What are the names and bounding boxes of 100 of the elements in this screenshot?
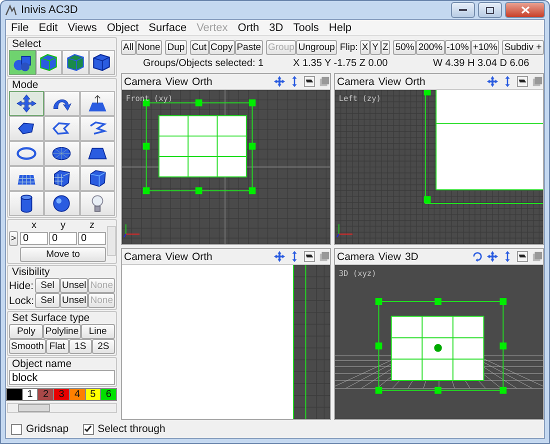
surface-type-button[interactable]: Line bbox=[80, 324, 115, 339]
mode-tool-button[interactable] bbox=[9, 166, 44, 191]
toolbar-button[interactable]: All bbox=[121, 40, 136, 54]
surface-type-button[interactable]: Smooth bbox=[9, 339, 46, 354]
viewport-menu[interactable]: View bbox=[165, 76, 188, 88]
object-name-field[interactable]: block bbox=[9, 370, 115, 385]
vertical-scrollbar[interactable] bbox=[107, 226, 116, 256]
move-icon[interactable] bbox=[487, 76, 498, 87]
surface-type-button[interactable]: Polyline bbox=[43, 324, 81, 339]
move-icon[interactable] bbox=[274, 76, 285, 87]
mode-tool-button[interactable] bbox=[80, 166, 115, 191]
checkbox[interactable]: Select through bbox=[82, 423, 166, 435]
menu-item[interactable]: 3D bbox=[264, 22, 288, 34]
coordinate-field[interactable]: 0 bbox=[20, 232, 48, 245]
toolbar-button[interactable]: Paste bbox=[234, 40, 263, 54]
menu-item[interactable]: Help bbox=[324, 22, 357, 34]
viewport-menu[interactable]: Camera bbox=[337, 76, 374, 88]
close-button[interactable] bbox=[505, 2, 545, 18]
toolbar-button[interactable]: -10% bbox=[444, 40, 471, 54]
toolbar-button[interactable]: Dup bbox=[165, 40, 187, 54]
toolbar-button[interactable]: X bbox=[360, 40, 370, 54]
coordinate-field[interactable]: 0 bbox=[49, 232, 77, 245]
color-swatch[interactable]: 3 bbox=[53, 388, 70, 401]
mode-tool-button[interactable] bbox=[44, 91, 80, 116]
vertical-arrows-icon[interactable] bbox=[289, 76, 300, 87]
mode-tool-button[interactable] bbox=[9, 191, 44, 216]
vertical-arrows-icon[interactable] bbox=[502, 76, 513, 87]
vertical-arrows-icon[interactable] bbox=[289, 251, 300, 262]
surface-type-button[interactable]: Poly bbox=[9, 324, 44, 339]
axis-label: z bbox=[88, 220, 96, 231]
viewport-menu[interactable]: Camera bbox=[124, 250, 162, 262]
expand-button[interactable]: > bbox=[9, 231, 18, 246]
viewport-menu[interactable]: Camera bbox=[337, 250, 374, 262]
mode-tool-button[interactable] bbox=[44, 166, 80, 191]
surface-type-button[interactable]: Flat bbox=[46, 339, 69, 354]
toolbar-button[interactable]: 50% bbox=[393, 40, 416, 54]
viewport-canvas[interactable]: 3D (xyz) bbox=[335, 265, 543, 419]
toolbar-button[interactable]: Y bbox=[370, 40, 380, 54]
mode-tool-button[interactable] bbox=[80, 116, 115, 141]
surface-type-button[interactable]: 2S bbox=[92, 339, 115, 354]
surface-type-button[interactable]: 1S bbox=[68, 339, 92, 354]
mode-tool-button[interactable] bbox=[44, 141, 80, 166]
menu-item[interactable]: Tools bbox=[288, 22, 324, 34]
select-mode-button[interactable] bbox=[88, 50, 115, 75]
checkbox[interactable]: Gridsnap bbox=[11, 423, 69, 435]
color-swatch[interactable]: 4 bbox=[68, 388, 86, 401]
viewport-menu[interactable]: View bbox=[165, 250, 188, 262]
toolbar-button[interactable]: Cut bbox=[190, 40, 209, 54]
move-to-button[interactable]: Move to bbox=[20, 247, 106, 262]
toolbar-button[interactable]: Copy bbox=[208, 40, 235, 54]
toolbar-button[interactable]: +10% bbox=[470, 40, 500, 54]
viewport-canvas[interactable]: Front (xy) bbox=[122, 90, 330, 244]
viewport-menu[interactable]: Orth bbox=[192, 76, 212, 88]
view-label: 3D (xyz) bbox=[338, 268, 376, 278]
menu-item[interactable]: Edit bbox=[34, 22, 63, 34]
menu-item[interactable]: File bbox=[6, 22, 34, 34]
coordinate-field[interactable]: 0 bbox=[78, 232, 106, 245]
rotate-icon[interactable] bbox=[472, 251, 483, 262]
menu-item[interactable]: Object bbox=[102, 22, 144, 34]
visibility-button[interactable]: Sel bbox=[35, 293, 60, 308]
menu-item[interactable]: Views bbox=[62, 22, 102, 34]
viewport-menu[interactable]: View bbox=[378, 250, 401, 262]
select-mode-button[interactable] bbox=[62, 50, 88, 75]
select-mode-button[interactable] bbox=[36, 50, 62, 75]
menu-item[interactable]: Surface bbox=[144, 22, 192, 34]
mode-tool-button[interactable] bbox=[44, 191, 80, 216]
vertical-arrows-icon[interactable] bbox=[502, 251, 513, 262]
toolbar-button[interactable]: Subdiv + bbox=[502, 40, 544, 54]
viewport-canvas[interactable] bbox=[122, 265, 330, 419]
window-title: Inivis AC3D bbox=[21, 4, 79, 16]
horizontal-scrollbar[interactable] bbox=[7, 403, 117, 413]
viewport-canvas[interactable]: Left (zy) bbox=[335, 90, 543, 244]
viewport-menu[interactable]: 3D bbox=[404, 250, 418, 262]
sphere-icon bbox=[51, 193, 72, 214]
minimize-button[interactable] bbox=[451, 2, 475, 18]
move-icon[interactable] bbox=[487, 251, 498, 262]
viewport-menu[interactable]: Orth bbox=[192, 250, 212, 262]
mode-tool-button[interactable] bbox=[44, 116, 80, 141]
color-swatch[interactable] bbox=[6, 388, 23, 401]
mode-tool-button[interactable] bbox=[80, 141, 115, 166]
visibility-button[interactable]: Sel bbox=[35, 278, 60, 293]
cube-icon bbox=[64, 52, 86, 73]
menu-item[interactable]: Orth bbox=[232, 22, 264, 34]
move-icon[interactable] bbox=[274, 251, 285, 262]
visibility-button[interactable]: Unsel bbox=[60, 278, 88, 293]
select-mode-button[interactable] bbox=[9, 50, 36, 75]
mode-tool-button[interactable] bbox=[80, 91, 115, 116]
viewport-menu[interactable]: Camera bbox=[124, 76, 162, 88]
mode-tool-button[interactable] bbox=[9, 91, 44, 116]
viewport-menu[interactable]: Orth bbox=[404, 76, 426, 88]
maximize-button[interactable] bbox=[478, 2, 502, 18]
toolbar-button[interactable]: 200% bbox=[416, 40, 445, 54]
mode-tool-button[interactable] bbox=[9, 116, 44, 141]
mode-tool-button[interactable] bbox=[9, 141, 44, 166]
toolbar-button[interactable]: Z bbox=[380, 40, 390, 54]
color-swatch[interactable]: 6 bbox=[100, 388, 118, 401]
toolbar-button[interactable]: Ungroup bbox=[296, 40, 337, 54]
toolbar-button[interactable]: None bbox=[136, 40, 162, 54]
viewport-menu[interactable]: View bbox=[378, 76, 401, 88]
visibility-button[interactable]: Unsel bbox=[60, 293, 88, 308]
